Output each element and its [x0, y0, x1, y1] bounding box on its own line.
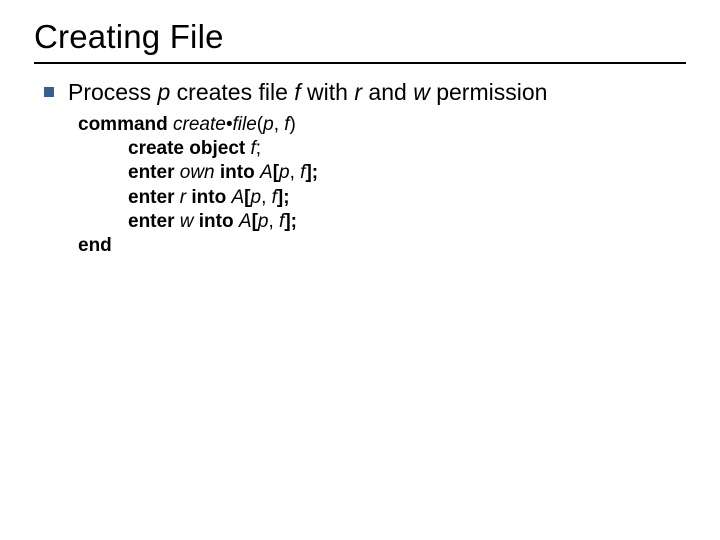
kw-into: into: [193, 211, 238, 232]
code-line-4: enter r into A[p, f];: [78, 186, 686, 210]
code-line-3: enter own into A[p, f];: [78, 161, 686, 185]
slide: Creating File Process p creates file f w…: [0, 0, 720, 540]
semicolon: ;: [256, 138, 261, 159]
bracket-close: ];: [284, 211, 297, 232]
text: permission: [430, 79, 548, 105]
var-p: p: [157, 79, 170, 105]
idx-p: p: [250, 187, 261, 208]
kw-into: into: [186, 187, 231, 208]
bracket-close: ];: [277, 187, 290, 208]
code-line-5: enter w into A[p, f];: [78, 210, 686, 234]
var-w: w: [413, 79, 430, 105]
code-line-6: end: [78, 234, 686, 258]
paren-close: ): [290, 114, 296, 135]
kw-enter: enter: [128, 211, 180, 232]
var-r: r: [354, 79, 362, 105]
kw-into: into: [215, 162, 260, 183]
sep: ,: [268, 211, 279, 232]
square-bullet-icon: [44, 87, 54, 97]
bullet-text: Process p creates file f with r and w pe…: [68, 78, 547, 107]
sep: ,: [290, 162, 301, 183]
text: creates file: [170, 79, 294, 105]
idx-p: p: [258, 211, 269, 232]
slide-title: Creating File: [34, 18, 686, 64]
bullet-item: Process p creates file f with r and w pe…: [44, 78, 686, 107]
arr-A: A: [260, 162, 273, 183]
code-line-1: command create•file(p, f): [78, 113, 686, 137]
fn-name: create•file: [168, 114, 257, 135]
code-block: command create•file(p, f) create object …: [78, 113, 686, 259]
arr-A: A: [239, 211, 252, 232]
arr-A: A: [231, 187, 244, 208]
bracket-close: ];: [305, 162, 318, 183]
kw-enter: enter: [128, 187, 180, 208]
code-line-2: create object f;: [78, 137, 686, 161]
sep: ,: [274, 114, 285, 135]
val-own: own: [180, 162, 215, 183]
sep: ,: [261, 187, 272, 208]
kw-create-object: create object: [128, 138, 251, 159]
text: with: [301, 79, 355, 105]
arg-p: p: [263, 114, 274, 135]
text: Process: [68, 79, 157, 105]
idx-p: p: [279, 162, 290, 183]
kw-command: command: [78, 114, 168, 135]
text: and: [362, 79, 413, 105]
kw-enter: enter: [128, 162, 180, 183]
val-w: w: [180, 211, 194, 232]
slide-body: Process p creates file f with r and w pe…: [34, 78, 686, 259]
kw-end: end: [78, 235, 112, 256]
